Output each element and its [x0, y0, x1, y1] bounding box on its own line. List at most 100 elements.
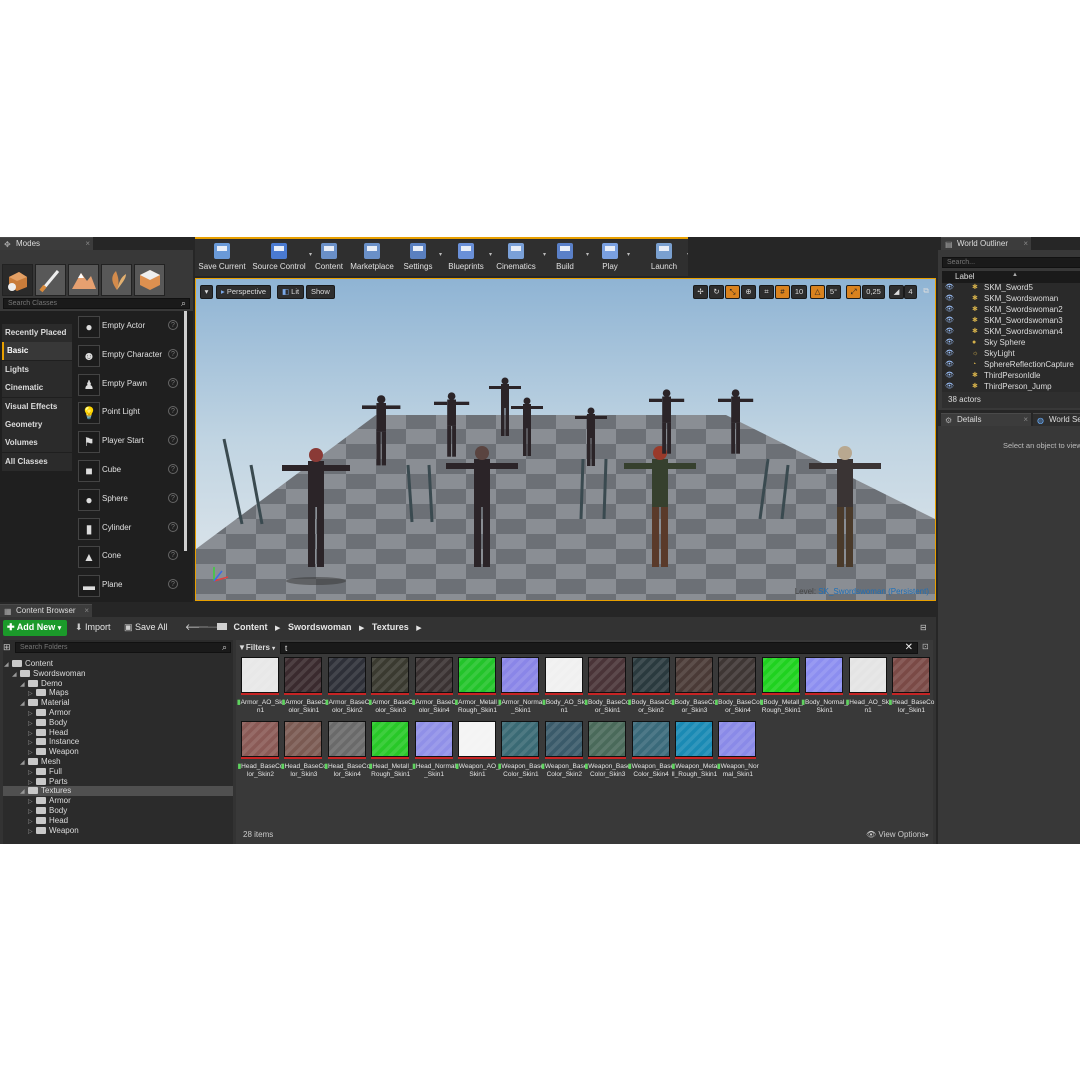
- blueprints-button[interactable]: Blueprints: [443, 241, 489, 277]
- texture-asset[interactable]: ▮Head_Normal_Skin1: [412, 721, 456, 783]
- translate-mode-icon[interactable]: ✢: [693, 285, 708, 299]
- visibility-eye-icon[interactable]: 👁: [945, 359, 954, 370]
- folder-tree-item[interactable]: ◢ Textures: [3, 786, 233, 797]
- place-item-cube[interactable]: ■ Cube?: [76, 457, 184, 485]
- texture-asset[interactable]: ▮Body_Metall_Rough_Skin1: [760, 657, 803, 719]
- help-icon[interactable]: ?: [168, 348, 178, 359]
- close-icon[interactable]: ×: [1023, 414, 1028, 426]
- search-classes-input[interactable]: Search Classes ⌕: [3, 298, 190, 309]
- save-all-button[interactable]: ▣ Save All: [124, 620, 168, 636]
- place-item-empty-pawn[interactable]: ♟ Empty Pawn?: [76, 371, 184, 399]
- folder-tree-item[interactable]: ◢ Demo: [3, 679, 233, 689]
- folder-tree-item[interactable]: ▷ Parts: [3, 777, 233, 787]
- world-local-icon[interactable]: ⊕: [741, 285, 756, 299]
- texture-asset[interactable]: ▮Armor_AO_Skin1: [237, 657, 284, 719]
- marketplace-button[interactable]: Marketplace: [347, 241, 397, 277]
- breadcrumb-swordswoman[interactable]: Swordswoman: [288, 622, 352, 632]
- texture-asset[interactable]: ▮Armor_Metall_Rough_Skin1: [455, 657, 500, 719]
- help-icon[interactable]: ?: [168, 435, 178, 446]
- visibility-eye-icon[interactable]: 👁: [945, 337, 954, 348]
- perspective-button[interactable]: ▸ Perspective: [216, 285, 272, 299]
- close-icon[interactable]: ×: [84, 605, 89, 617]
- outliner-row[interactable]: 👁 ✱ ThirdPerson_Jump: [942, 381, 1080, 392]
- texture-asset[interactable]: ▮Body_AO_Skin1: [542, 657, 586, 719]
- folder-tree-item[interactable]: ◢ Content: [3, 659, 233, 669]
- folder-tree-item[interactable]: ▷ Armor: [3, 796, 233, 806]
- folder-tree-toggle-icon[interactable]: ⊞: [3, 642, 11, 653]
- details-tab[interactable]: ⚙ Details ×: [941, 413, 1031, 426]
- texture-asset[interactable]: ▮Weapon_AO_Skin1: [455, 721, 500, 783]
- camera-speed-value[interactable]: 4: [904, 285, 917, 299]
- lit-button[interactable]: ◧ Lit: [277, 285, 305, 299]
- folder-tree-item[interactable]: ▷ Body: [3, 806, 233, 816]
- source-control-button[interactable]: Source Control: [249, 241, 309, 277]
- collapsed-arrow-icon[interactable]: ▷: [28, 827, 36, 837]
- texture-asset[interactable]: ▮Body_BaseColor_Skin4: [715, 657, 761, 719]
- level-viewport[interactable]: ▾ ▸ Perspective ◧ Lit Show ✢ ↻ ⤡ ⊕ ⌗ # 1…: [195, 278, 936, 601]
- place-item-plane[interactable]: ▬ Plane?: [76, 572, 184, 600]
- grid-snap-icon[interactable]: #: [775, 285, 790, 299]
- texture-asset[interactable]: ▮Body_Normal_Skin1: [801, 657, 848, 719]
- texture-asset[interactable]: ▮Weapon_BaseColor_Skin4: [628, 721, 674, 783]
- place-mode-button[interactable]: [2, 264, 33, 296]
- grid-snap-value[interactable]: 10: [791, 285, 807, 299]
- chevron-down-icon[interactable]: ▾: [586, 251, 589, 258]
- folder-tree-item[interactable]: ▷ Full: [3, 767, 233, 777]
- texture-asset[interactable]: ▮Body_BaseColor_Skin2: [628, 657, 674, 719]
- place-item-player-start[interactable]: ⚑ Player Start?: [76, 428, 184, 456]
- help-icon[interactable]: ?: [168, 406, 178, 417]
- texture-asset[interactable]: ▮Armor_BaseColor_Skin1: [282, 657, 326, 719]
- scale-snap-value[interactable]: 0,25: [862, 285, 885, 299]
- breadcrumb-content[interactable]: Content: [234, 622, 268, 632]
- history-icon[interactable]: ⊡: [922, 642, 929, 651]
- outliner-row[interactable]: 👁 ✱ SKM_Swordswoman4: [942, 326, 1080, 337]
- geometry-mode-button[interactable]: [134, 264, 165, 296]
- clear-search-icon[interactable]: ✕: [905, 642, 913, 653]
- launch-button[interactable]: Launch: [641, 241, 687, 277]
- help-icon[interactable]: ?: [168, 579, 178, 590]
- folder-tree-item[interactable]: ◢ Material: [3, 698, 233, 708]
- rotation-snap-value[interactable]: 5°: [826, 285, 841, 299]
- outliner-row[interactable]: 👁 ● Sky Sphere: [942, 337, 1080, 348]
- place-item-cone[interactable]: ▲ Cone?: [76, 543, 184, 571]
- texture-asset[interactable]: ▮Armor_BaseColor_Skin4: [412, 657, 456, 719]
- world-outliner-tab[interactable]: ▤ World Outliner ×: [941, 237, 1031, 250]
- foliage-mode-button[interactable]: [101, 264, 132, 296]
- texture-asset[interactable]: ▮Weapon_BaseColor_Skin3: [585, 721, 631, 783]
- category-basic[interactable]: Basic: [2, 342, 72, 361]
- texture-asset[interactable]: ▮Weapon_Normal_Skin1: [717, 721, 759, 783]
- place-item-point-light[interactable]: 💡 Point Light?: [76, 399, 184, 427]
- rotate-mode-icon[interactable]: ↻: [709, 285, 724, 299]
- help-icon[interactable]: ?: [168, 464, 178, 474]
- view-options-button[interactable]: 👁 View Options▾: [866, 830, 928, 839]
- modes-scrollbar[interactable]: [184, 311, 187, 551]
- category-recently-placed[interactable]: Recently Placed: [2, 324, 72, 342]
- visibility-eye-icon[interactable]: 👁: [945, 370, 954, 381]
- breadcrumb-textures[interactable]: Textures: [372, 622, 409, 632]
- texture-asset[interactable]: ▮Head_Metall_Rough_Skin1: [369, 721, 413, 783]
- place-item-sphere[interactable]: ● Sphere?: [76, 486, 184, 514]
- folder-tree-item[interactable]: ◢ Mesh: [3, 757, 233, 767]
- texture-asset[interactable]: ▮Head_BaseColor_Skin2: [238, 721, 283, 783]
- help-icon[interactable]: ?: [168, 320, 178, 330]
- close-icon[interactable]: ×: [1023, 238, 1028, 250]
- folder-tree-item[interactable]: ▷ Head: [3, 728, 233, 738]
- help-icon[interactable]: ?: [168, 492, 178, 503]
- filters-button[interactable]: ▼Filters ▾: [238, 642, 278, 654]
- texture-asset[interactable]: ▮Weapon_BaseColor_Skin2: [541, 721, 587, 783]
- import-button[interactable]: ⬇ Import: [75, 620, 111, 636]
- outliner-row[interactable]: 👁 ☼ SkyLight: [942, 348, 1080, 359]
- outliner-row[interactable]: 👁 ✱ SKM_Swordswoman3: [942, 315, 1080, 326]
- save-current-button[interactable]: Save Current: [197, 241, 247, 277]
- place-item-cylinder[interactable]: ▮ Cylinder?: [76, 515, 184, 543]
- cinematics-button[interactable]: Cinematics: [489, 241, 543, 277]
- settings-button[interactable]: Settings: [397, 241, 439, 277]
- asset-search-input[interactable]: t ✕: [280, 642, 918, 654]
- folder-tree-item[interactable]: ▷ Body: [3, 718, 233, 728]
- visibility-eye-icon[interactable]: 👁: [945, 315, 954, 326]
- visibility-eye-icon[interactable]: 👁: [945, 304, 954, 315]
- texture-asset[interactable]: ▮Body_BaseColor_Skin1: [584, 657, 631, 719]
- rotation-snap-icon[interactable]: △: [810, 285, 825, 299]
- paint-mode-button[interactable]: [35, 264, 66, 296]
- help-icon[interactable]: ?: [168, 521, 178, 532]
